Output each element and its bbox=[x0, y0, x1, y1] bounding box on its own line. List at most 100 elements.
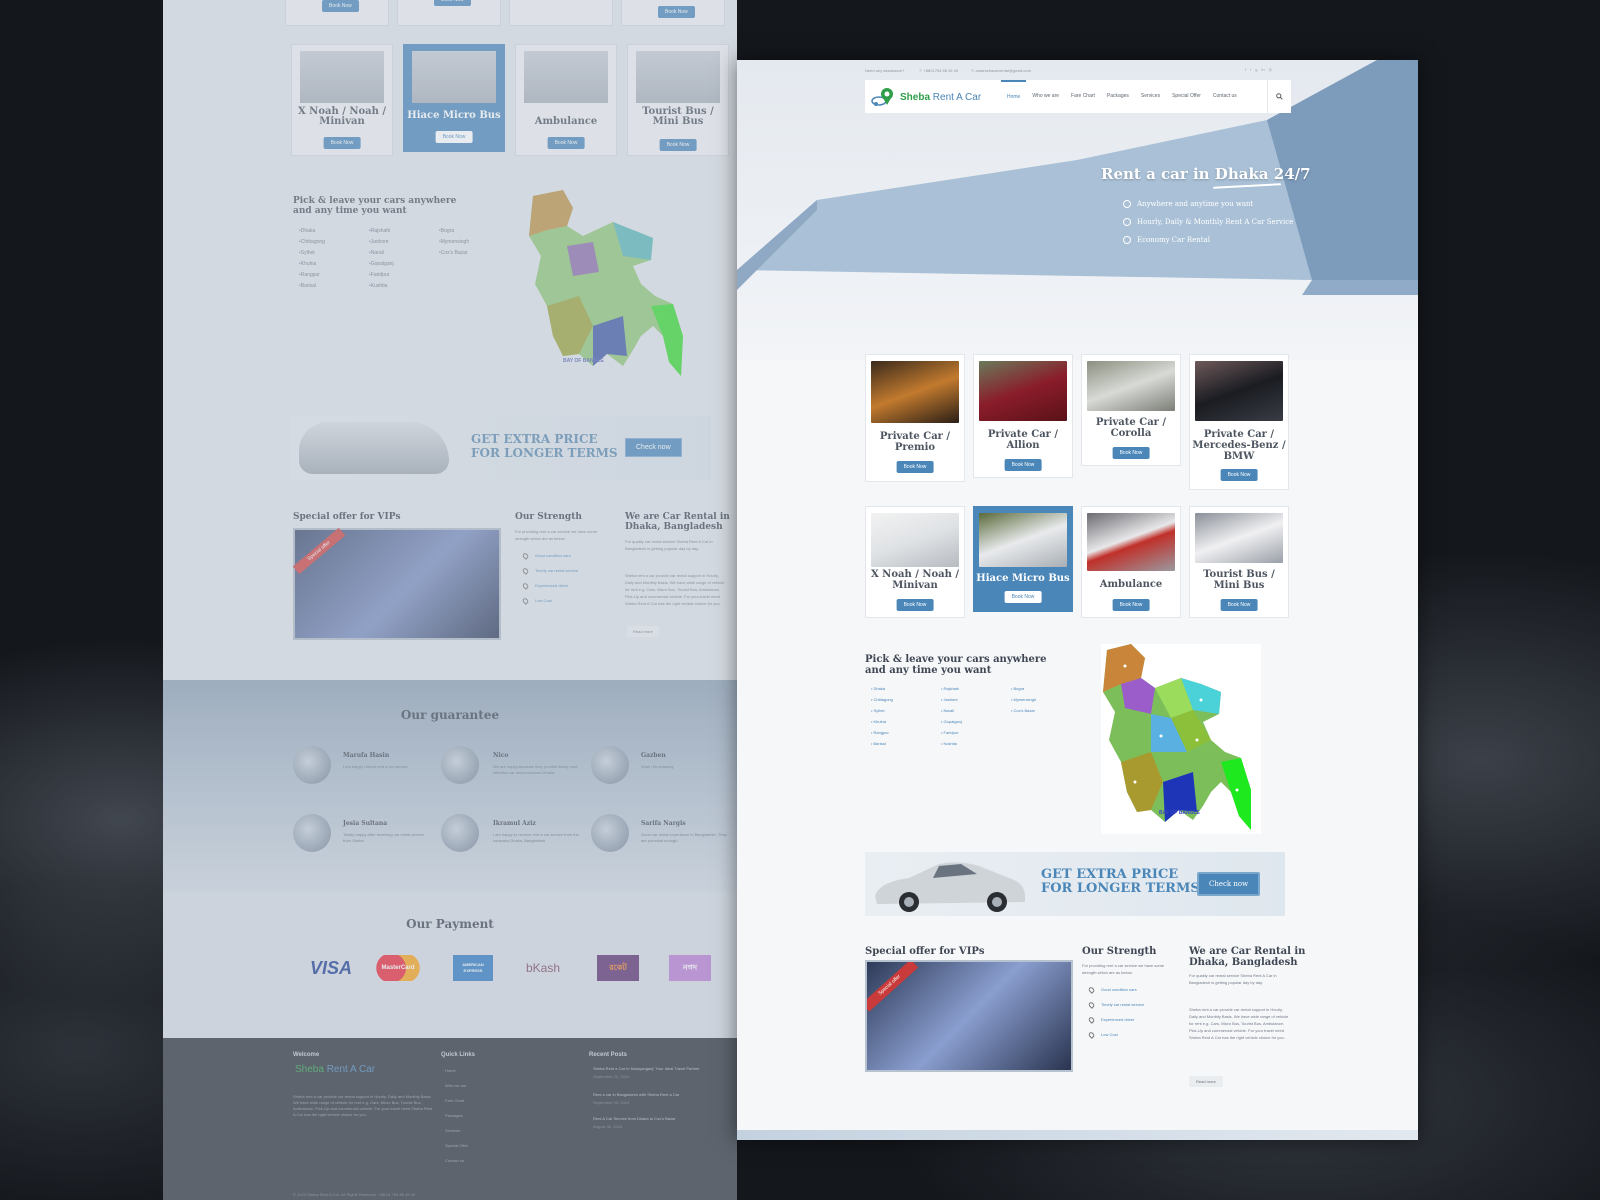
vehicle-image bbox=[871, 361, 959, 423]
vehicle-title: Ambulance bbox=[1099, 579, 1163, 590]
about-text: Sheba rent a car provide car rental supp… bbox=[625, 573, 725, 606]
vip-title: Special offer for VIPs bbox=[293, 512, 401, 522]
book-now-button[interactable]: Book Now bbox=[322, 0, 359, 12]
brand-suffix: Rent A Car bbox=[932, 91, 982, 103]
book-now-button[interactable]: Book Now bbox=[547, 137, 585, 149]
special-offer-ribbon: Special offer bbox=[292, 527, 346, 575]
check-now-button[interactable]: Check now bbox=[1197, 872, 1261, 896]
search-icon bbox=[1276, 93, 1283, 100]
vehicle-card[interactable]: Hiace Micro Bus Book Now bbox=[403, 44, 505, 152]
vehicle-card[interactable]: X Noah / Noah / Minivan Book Now bbox=[291, 44, 393, 156]
book-now-button[interactable]: Book Now bbox=[659, 139, 697, 151]
nav-who-we-are[interactable]: Who we are bbox=[1026, 80, 1065, 113]
book-now-button[interactable]: Book Now bbox=[1112, 599, 1150, 611]
nav-services[interactable]: Services bbox=[1135, 80, 1166, 113]
locations-title: Pick & leave your cars anywhere and any … bbox=[293, 196, 457, 216]
vehicle-title: Hiace Micro Bus bbox=[976, 573, 1070, 584]
testimonial-text: Good car rental experience in Bangladesh… bbox=[641, 832, 727, 843]
vehicle-image bbox=[1087, 361, 1175, 411]
vehicle-card[interactable]: Ambulance Book Now bbox=[515, 44, 617, 156]
book-now-button[interactable]: Book Now bbox=[1112, 447, 1150, 459]
testimonial-name: Marufa Hasin bbox=[343, 752, 390, 759]
vip-image: Special offer bbox=[292, 527, 501, 640]
payment-title: Our Payment bbox=[406, 917, 494, 931]
map-caption: BAY OF BANGLE bbox=[563, 358, 604, 364]
shield-icon bbox=[1123, 236, 1131, 244]
locations-col1: DhakaChittagongSylhetKhulnaRangpurBarisa… bbox=[299, 228, 325, 294]
strength-item: Low Cost bbox=[1087, 1027, 1144, 1042]
vehicle-card-tourist-bus[interactable]: Tourist Bus / Mini Bus Book Now bbox=[1189, 506, 1289, 618]
book-now-button[interactable]: Book Now bbox=[1220, 469, 1258, 481]
book-now-button[interactable]: Book Now bbox=[896, 599, 934, 611]
book-now-button[interactable]: Book Now bbox=[1220, 599, 1258, 611]
testimonial-name: Nico bbox=[493, 752, 509, 759]
vehicle-image bbox=[871, 513, 959, 567]
nav-special-offer[interactable]: Special Offer bbox=[1166, 80, 1207, 113]
book-now-button[interactable]: Book Now bbox=[434, 0, 471, 6]
website-page: Need any assistance? ✆ +8801754 88 45 45… bbox=[737, 60, 1418, 1140]
linkedin-icon[interactable]: in bbox=[1261, 67, 1264, 72]
nav-home[interactable]: Home bbox=[1001, 80, 1027, 113]
vehicle-card-corolla[interactable]: Private Car / Corolla Book Now bbox=[1081, 354, 1181, 466]
rss-icon[interactable]: ◎ bbox=[1269, 67, 1273, 72]
book-now-button[interactable]: Book Now bbox=[1004, 459, 1042, 471]
vehicle-card-noah[interactable]: X Noah / Noah / Minivan Book Now bbox=[865, 506, 965, 618]
recent-post[interactable]: Rent A Car Service from Dhaka to Cox's B… bbox=[593, 1116, 721, 1129]
book-now-button[interactable]: Book Now bbox=[658, 6, 695, 18]
vehicle-card-mercedes-bmw[interactable]: Private Car / Mercedes-Benz / BMW Book N… bbox=[1189, 354, 1289, 490]
strength-intro: For providing rent a car service we have… bbox=[515, 529, 598, 541]
about-title: We are Car Rental in Dhaka, Bangladesh bbox=[1189, 946, 1306, 968]
vehicle-image bbox=[1087, 513, 1175, 571]
phone-link[interactable]: ✆ +8801754 88 45 45 bbox=[919, 68, 958, 73]
locations-col3: BograMymensinghCox's Bazar bbox=[439, 228, 469, 261]
facebook-icon[interactable]: f bbox=[1245, 67, 1246, 72]
googleplus-icon[interactable]: g bbox=[1255, 67, 1257, 72]
nav-contact-us[interactable]: Contact us bbox=[1207, 80, 1243, 113]
read-more-button[interactable]: Read more bbox=[1189, 1076, 1223, 1087]
vehicle-card-allion[interactable]: Private Car / Allion Book Now bbox=[973, 354, 1073, 478]
hero-feature: Economy Car Rental bbox=[1123, 236, 1210, 244]
book-now-button[interactable]: Book Now bbox=[896, 461, 934, 473]
hero-feature: Hourly, Daily & Monthly Rent A Car Servi… bbox=[1123, 218, 1293, 226]
guarantee-title: Our guarantee bbox=[400, 708, 500, 722]
strength-title: Our Strength bbox=[515, 512, 582, 522]
strength-title: Our Strength bbox=[1082, 946, 1157, 957]
rocket-logo: রকেট bbox=[597, 955, 639, 981]
recent-post[interactable]: Rent a car in Bangladesh with Sheba Rent… bbox=[593, 1092, 721, 1105]
strength-item: Experienced driver bbox=[1087, 1012, 1144, 1027]
vehicle-card-premio[interactable]: Private Car / Premio Book Now bbox=[865, 354, 965, 482]
vehicle-card-ambulance[interactable]: Ambulance Book Now bbox=[1081, 506, 1181, 618]
read-more-button[interactable]: Read more bbox=[627, 626, 659, 637]
about-title: We are Car Rental in Dhaka, Bangladesh bbox=[625, 512, 730, 532]
email-link[interactable]: ✉ amarsebacarrental@gmail.com bbox=[971, 68, 1031, 73]
book-now-button[interactable]: Book Now bbox=[435, 131, 473, 143]
main-menu: Home Who we are Fare Chart Packages Serv… bbox=[1001, 80, 1243, 113]
book-now-button[interactable]: Book Now bbox=[323, 137, 361, 149]
vehicle-image bbox=[524, 51, 608, 103]
bkash-logo: bKash bbox=[525, 961, 561, 975]
special-offer-ribbon: Special offer bbox=[867, 962, 919, 1012]
about-text: Sheba rent a car provide car rental supp… bbox=[1189, 1007, 1289, 1040]
vehicle-title: Ambulance bbox=[534, 116, 598, 127]
logo[interactable]: Sheba Rent A Car bbox=[871, 86, 981, 108]
strength-item: Good condition cars bbox=[1087, 982, 1144, 997]
nav-packages[interactable]: Packages bbox=[1101, 80, 1135, 113]
vehicle-card-hiace[interactable]: Hiace Micro Bus Book Now bbox=[973, 506, 1073, 612]
card-stub: Book Now bbox=[397, 0, 501, 26]
check-now-button[interactable]: Check now bbox=[625, 438, 682, 457]
hero-feature: Anywhere and anytime you want bbox=[1123, 200, 1253, 208]
promo-banner: GET EXTRA PRICE FOR LONGER TERMS Check no… bbox=[291, 416, 711, 480]
book-now-button[interactable]: Book Now bbox=[1004, 591, 1042, 603]
recent-post[interactable]: Sheba Rent a Car In Narayanganj: Your Id… bbox=[593, 1066, 721, 1079]
map-pin-icon bbox=[1123, 200, 1131, 208]
nav-fare-chart[interactable]: Fare Chart bbox=[1065, 80, 1101, 113]
twitter-icon[interactable]: t bbox=[1250, 67, 1251, 72]
search-button[interactable] bbox=[1267, 80, 1291, 113]
avatar bbox=[441, 814, 479, 852]
vehicle-card[interactable]: Tourist Bus / Mini Bus Book Now bbox=[627, 44, 729, 156]
nagad-logo: নগদ bbox=[669, 955, 711, 981]
navbar: Sheba Rent A Car Home Who we are Fare Ch… bbox=[865, 80, 1291, 113]
vehicle-title: Hiace Micro Bus bbox=[407, 110, 501, 121]
vehicle-title: Tourist Bus / Mini Bus bbox=[642, 106, 714, 127]
locations-col2: RajshahiJashoreNarailGopalganjFaridpurKu… bbox=[369, 228, 394, 294]
